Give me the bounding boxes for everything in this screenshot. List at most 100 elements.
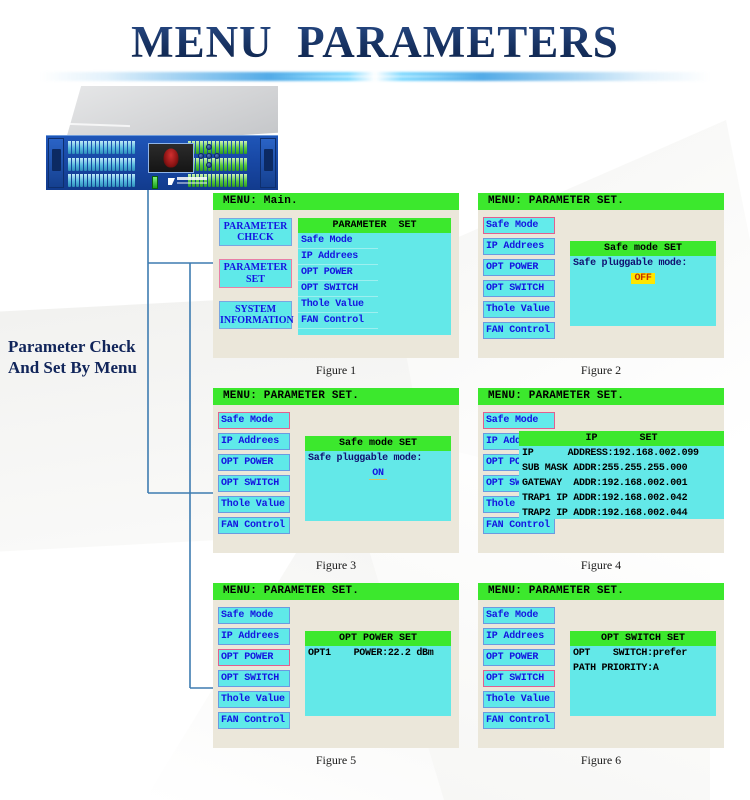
sidebar-item-opt-power[interactable]: OPT POWER — [483, 259, 555, 276]
lcd-title-bar: MENU: PARAMETER SET. — [213, 388, 459, 405]
fiber-port — [132, 157, 135, 171]
value-row: TRAP1 IP ADDR:192.168.002.042 — [522, 493, 688, 504]
lcd-screen: MENU: Main. PARAMETER CHECK PARAMETER SET S… — [213, 193, 459, 358]
sidebar-item-safe-mode[interactable]: Safe Mode — [483, 412, 555, 429]
fiber-port — [120, 157, 123, 171]
main-menu-buttons: PARAMETER CHECK PARAMETER SET SYSTEM INFOR… — [219, 218, 294, 330]
fiber-port — [112, 157, 115, 171]
value-panel: Safe mode SET Safe pluggable mode: OFF — [570, 241, 716, 326]
value-row: OFF — [570, 271, 716, 286]
fiber-port — [92, 174, 95, 187]
sidebar-item-safe-mode[interactable]: Safe Mode — [483, 607, 555, 624]
page-title: MENU PARAMETERS — [0, 16, 750, 68]
figure-panel-5: MENU: PARAMETER SET. Safe Mode IP Addrees O… — [213, 583, 459, 768]
brand-wordmark — [177, 177, 207, 180]
lcd-screen: MENU: PARAMETER SET. Safe Mode IP Addrees O… — [478, 388, 724, 553]
sidebar-item-ip-addrees[interactable]: IP Addrees — [483, 628, 555, 645]
fiber-port — [80, 174, 83, 187]
sidebar-item-opt-power[interactable]: OPT POWER — [218, 454, 290, 471]
main-menu-button-0[interactable]: PARAMETER CHECK — [219, 218, 292, 247]
value-row: GATEWAY ADDR:192.168.002.001 — [522, 478, 688, 489]
fiber-port — [80, 141, 83, 154]
fiber-port — [220, 157, 223, 171]
sidebar-item-ip-addrees[interactable]: IP Addrees — [218, 433, 290, 450]
submenu-item[interactable]: IP Addrees — [298, 249, 378, 265]
submenu-item[interactable]: FAN Control — [298, 313, 378, 329]
fiber-port — [96, 157, 99, 171]
fiber-port — [100, 141, 103, 154]
sidebar-item-safe-mode[interactable]: Safe Mode — [483, 217, 555, 234]
sidebar-item-ip-addrees[interactable]: IP Addrees — [483, 238, 555, 255]
sidebar-item-fan-control[interactable]: FAN Control — [483, 322, 555, 339]
lcd-title-bar: MENU: PARAMETER SET. — [213, 583, 459, 600]
sidebar-item-thole-value[interactable]: Thole Value — [483, 691, 555, 708]
sidebar-item-fan-control[interactable]: FAN Control — [483, 517, 555, 534]
value-row: IP ADDRESS:192.168.002.099 — [522, 448, 699, 459]
value-panel: IP SET IP ADDRESS:192.168.002.099 SUB MASK… — [519, 431, 724, 519]
fiber-port — [240, 141, 243, 154]
sidebar-item-fan-control[interactable]: FAN Control — [218, 712, 290, 729]
fiber-port — [128, 157, 131, 171]
device-screen-graphic — [163, 148, 179, 168]
fiber-port — [228, 174, 231, 187]
sidebar-item-opt-power[interactable]: OPT POWER — [218, 649, 290, 666]
submenu-item[interactable]: Thole Value — [298, 297, 378, 313]
sidebar-item-opt-power[interactable]: OPT POWER — [483, 649, 555, 666]
fiber-port — [92, 157, 95, 171]
sidebar-item-opt-switch[interactable]: OPT SWITCH — [483, 670, 555, 687]
fiber-port — [104, 174, 107, 187]
figure-caption: Figure 4 — [580, 558, 622, 572]
fiber-port — [72, 157, 75, 171]
sidebar-item-fan-control[interactable]: FAN Control — [483, 712, 555, 729]
fiber-port — [116, 174, 119, 187]
submenu-item[interactable]: Safe Mode — [298, 233, 378, 249]
side-caption-text: Parameter Check And Set By Menu — [8, 337, 137, 378]
device-lcd-screen — [148, 143, 194, 173]
figure-caption: Figure 1 — [315, 363, 357, 377]
parameter-sidebar: Safe Mode IP Addrees OPT POWER OPT SWITCH Th… — [218, 607, 290, 733]
sidebar-item-thole-value[interactable]: Thole Value — [218, 691, 290, 708]
value-panel-header: Safe mode SET — [305, 436, 451, 451]
menu-button-spacer — [219, 246, 292, 259]
sidebar-item-thole-value[interactable]: Thole Value — [483, 301, 555, 318]
fiber-port — [244, 157, 247, 171]
fiber-port — [124, 141, 127, 154]
keypad-button-1 — [198, 153, 204, 159]
fiber-port — [112, 174, 115, 187]
fiber-port — [68, 157, 71, 171]
lcd-screen: MENU: PARAMETER SET. Safe Mode IP Addrees O… — [213, 388, 459, 553]
value-highlight: OFF — [631, 273, 655, 284]
value-panel: OPT POWER SET OPT1 POWER:22.2 dBm — [305, 631, 451, 716]
parameter-set-submenu: PARAMETER SET Safe Mode IP Addrees OPT POWE… — [298, 218, 451, 335]
page-header: MENU PARAMETERS — [0, 0, 750, 92]
fiber-port — [220, 174, 223, 187]
figure-caption: Figure 5 — [315, 753, 357, 767]
sidebar-item-safe-mode[interactable]: Safe Mode — [218, 412, 290, 429]
figure-panel-3: MENU: PARAMETER SET. Safe Mode IP Addrees O… — [213, 388, 459, 573]
submenu-item[interactable]: OPT SWITCH — [298, 281, 378, 297]
main-menu-button-2[interactable]: SYSTEM INFORMATION — [219, 300, 294, 330]
fiber-port — [108, 141, 111, 154]
fiber-port — [116, 157, 119, 171]
sidebar-item-thole-value[interactable]: Thole Value — [218, 496, 290, 513]
sidebar-item-opt-switch[interactable]: OPT SWITCH — [218, 670, 290, 687]
menu-button-spacer — [219, 288, 292, 301]
sidebar-item-opt-switch[interactable]: OPT SWITCH — [218, 475, 290, 492]
main-menu-button-1[interactable]: PARAMETER SET — [219, 259, 292, 288]
fiber-port — [240, 174, 243, 187]
value-panel-header: OPT POWER SET — [305, 631, 451, 646]
device-keypad — [198, 144, 220, 170]
parameter-sidebar: Safe Mode IP Addrees OPT POWER OPT SWITCH Th… — [483, 217, 555, 343]
keypad-button-4 — [206, 153, 212, 159]
fiber-port — [232, 141, 235, 154]
submenu-item[interactable]: OPT POWER — [298, 265, 378, 281]
sidebar-item-safe-mode[interactable]: Safe Mode — [218, 607, 290, 624]
power-led-indicator — [152, 176, 158, 189]
lcd-title-bar: MENU: PARAMETER SET. — [478, 583, 724, 600]
value-row: OPT SWITCH:prefer — [573, 648, 688, 659]
sidebar-item-ip-addrees[interactable]: IP Addrees — [218, 628, 290, 645]
sidebar-item-opt-switch[interactable]: OPT SWITCH — [483, 280, 555, 297]
sidebar-item-fan-control[interactable]: FAN Control — [218, 517, 290, 534]
fiber-port — [124, 174, 127, 187]
brand-website-line — [177, 182, 207, 184]
